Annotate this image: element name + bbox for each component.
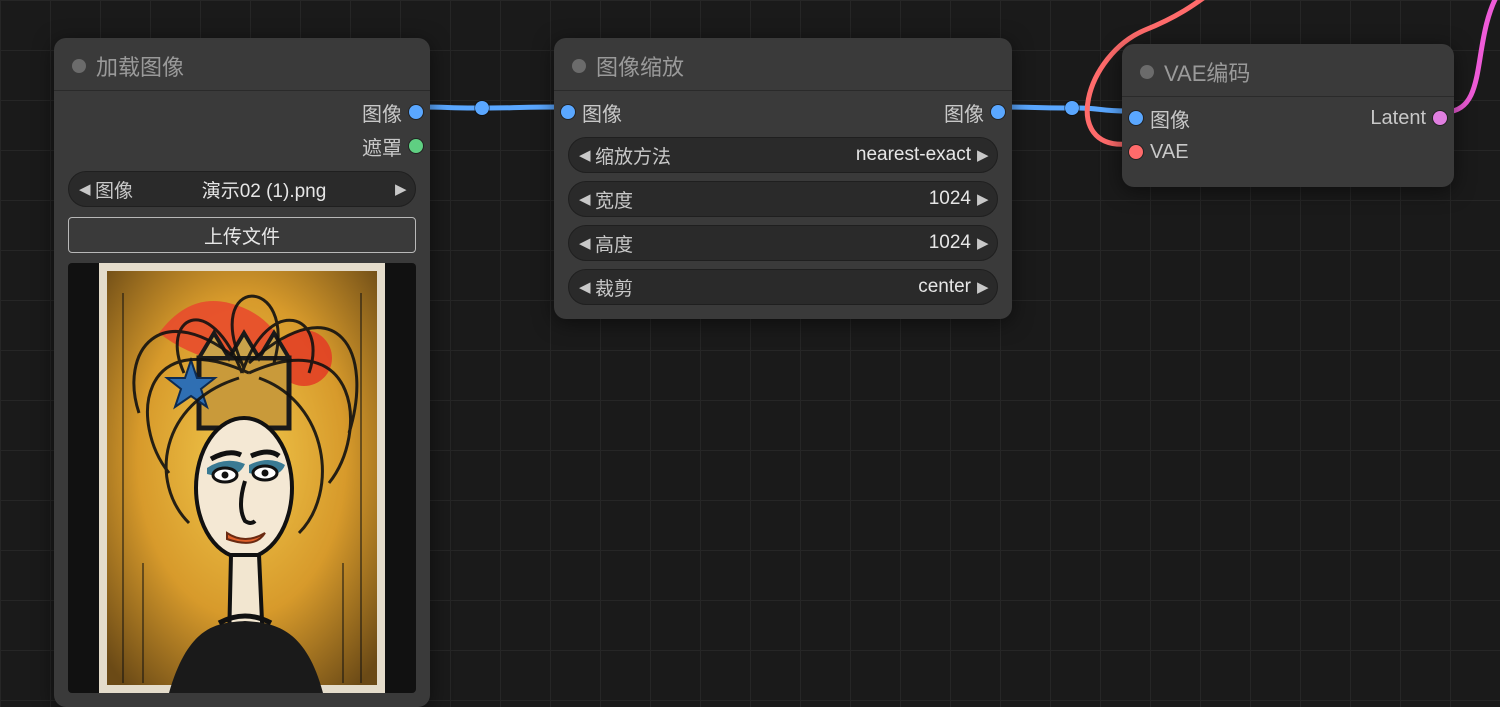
node-title: 图像缩放 — [596, 50, 684, 82]
collapse-dot-icon[interactable] — [72, 59, 86, 73]
chevron-right-icon[interactable]: ▶ — [977, 192, 987, 207]
output-mask-label: 遮罩 — [362, 132, 402, 161]
chevron-left-icon[interactable]: ◀ — [579, 192, 589, 207]
node-load-image[interactable]: 加载图像 图像 遮罩 ◀ 图像 演示02 (1).png ▶ 上传文件 — [54, 38, 430, 707]
output-latent-label: Latent — [1370, 107, 1426, 130]
image-preview — [68, 263, 416, 693]
chevron-left-icon[interactable]: ◀ — [579, 280, 589, 295]
node-image-scale[interactable]: 图像缩放 图像 图像 ◀ 缩放方法 nearest-exact ▶ ◀ 宽度 1… — [554, 38, 1012, 319]
output-image-label: 图像 — [944, 98, 984, 127]
input-image-label: 图像 — [1150, 104, 1190, 133]
widget-label: 宽度 — [595, 186, 633, 213]
chevron-left-icon[interactable]: ◀ — [579, 236, 589, 251]
output-image-label: 图像 — [362, 98, 402, 127]
input-vae-label: VAE — [1150, 141, 1189, 164]
image-file-widget[interactable]: ◀ 图像 演示02 (1).png ▶ — [68, 171, 416, 207]
scale-method-widget[interactable]: ◀ 缩放方法 nearest-exact ▶ — [568, 137, 998, 173]
upload-button-label: 上传文件 — [204, 222, 280, 249]
node-header[interactable]: 图像缩放 — [554, 38, 1012, 91]
io-port-mask-icon[interactable] — [409, 139, 423, 153]
chevron-right-icon[interactable]: ▶ — [977, 148, 987, 163]
io-port-image-icon[interactable] — [1129, 111, 1143, 125]
widget-value: center — [633, 276, 971, 298]
width-widget[interactable]: ◀ 宽度 1024 ▶ — [568, 181, 998, 217]
node-vae-encode[interactable]: VAE编码 图像 Latent VAE — [1122, 44, 1454, 187]
widget-label: 图像 — [95, 176, 133, 203]
chevron-right-icon[interactable]: ▶ — [395, 182, 405, 197]
io-port-vae-icon[interactable] — [1129, 145, 1143, 159]
io-port-latent-icon[interactable] — [1433, 111, 1447, 125]
widget-label: 缩放方法 — [595, 142, 671, 169]
node-header[interactable]: 加载图像 — [54, 38, 430, 91]
output-image-row[interactable]: 图像 — [783, 95, 998, 129]
chevron-left-icon[interactable]: ◀ — [79, 182, 89, 197]
io-port-image-icon[interactable] — [409, 105, 423, 119]
crop-widget[interactable]: ◀ 裁剪 center ▶ — [568, 269, 998, 305]
output-mask-row[interactable]: 遮罩 — [68, 129, 416, 163]
input-vae-row[interactable]: VAE — [1136, 135, 1440, 169]
preview-artwork-icon — [99, 263, 385, 693]
output-latent-row[interactable]: Latent — [1288, 101, 1440, 135]
node-title: 加载图像 — [96, 50, 184, 82]
input-image-row[interactable]: 图像 — [568, 95, 783, 129]
input-image-label: 图像 — [582, 98, 622, 127]
upload-button[interactable]: 上传文件 — [68, 217, 416, 253]
chevron-left-icon[interactable]: ◀ — [579, 148, 589, 163]
widget-value: 1024 — [633, 232, 971, 254]
chevron-right-icon[interactable]: ▶ — [977, 236, 987, 251]
output-image-row[interactable]: 图像 — [68, 95, 416, 129]
reroute-dot[interactable] — [475, 101, 489, 115]
widget-value: 演示02 (1).png — [139, 176, 389, 203]
chevron-right-icon[interactable]: ▶ — [977, 280, 987, 295]
widget-value: nearest-exact — [671, 144, 971, 166]
height-widget[interactable]: ◀ 高度 1024 ▶ — [568, 225, 998, 261]
collapse-dot-icon[interactable] — [572, 59, 586, 73]
input-image-row[interactable]: 图像 — [1136, 101, 1288, 135]
reroute-dot[interactable] — [1065, 101, 1079, 115]
node-title: VAE编码 — [1164, 56, 1250, 88]
collapse-dot-icon[interactable] — [1140, 65, 1154, 79]
node-header[interactable]: VAE编码 — [1122, 44, 1454, 97]
widget-label: 高度 — [595, 230, 633, 257]
widget-label: 裁剪 — [595, 274, 633, 301]
io-port-image-icon[interactable] — [561, 105, 575, 119]
io-port-image-icon[interactable] — [991, 105, 1005, 119]
widget-value: 1024 — [633, 188, 971, 210]
